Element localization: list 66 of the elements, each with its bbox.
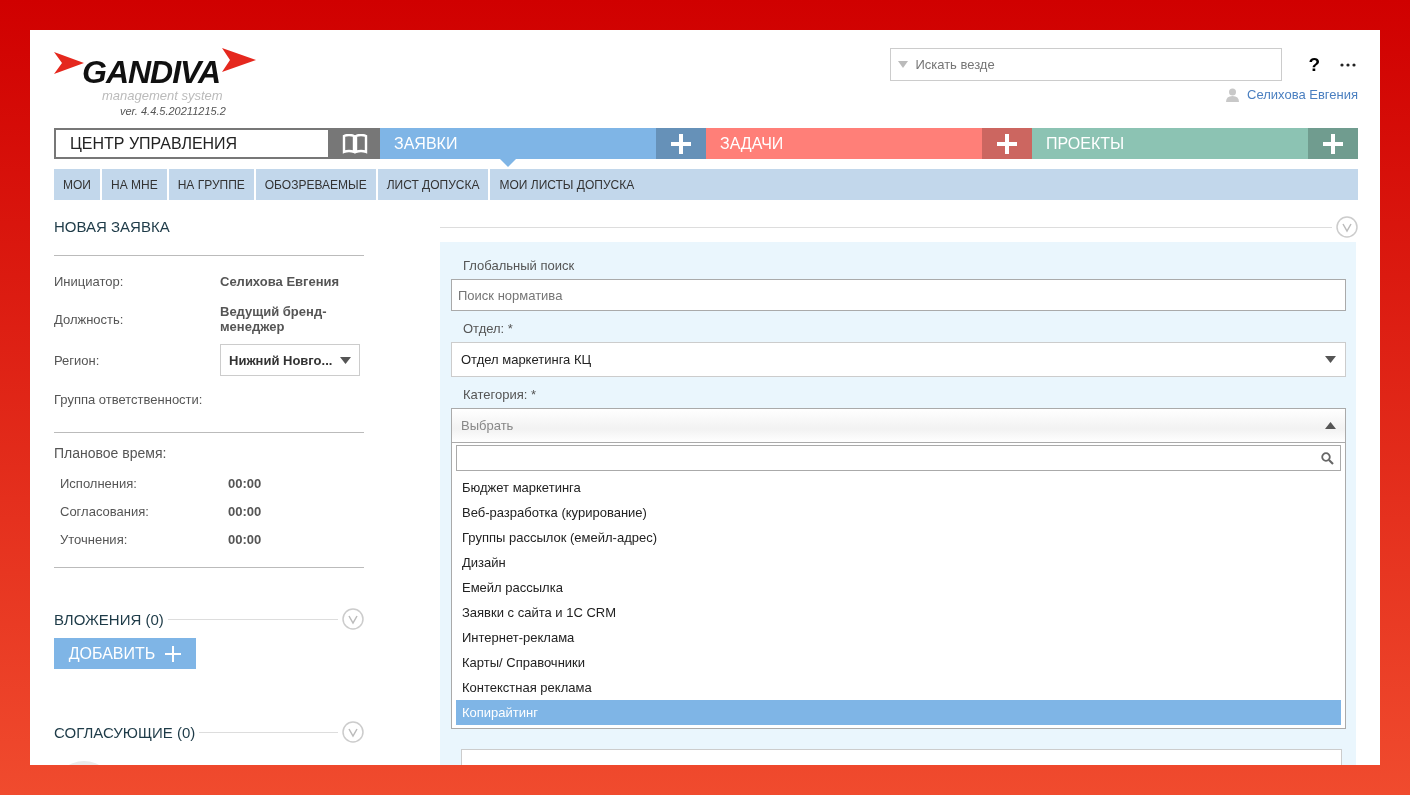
dropdown-option[interactable]: Веб-разработка (курирование) xyxy=(456,500,1341,525)
plus-icon xyxy=(997,133,1017,154)
field-label: Инициатор: xyxy=(54,273,125,289)
caret-icon xyxy=(340,356,351,364)
field-label: Категория: * xyxy=(463,387,538,402)
search-field[interactable] xyxy=(456,445,1341,471)
more-icon[interactable] xyxy=(1340,62,1356,67)
caret-icon xyxy=(1325,422,1336,429)
user-icon xyxy=(1226,87,1240,102)
control-center-field[interactable]: ЦЕНТР УПРАВЛЕНИЯ xyxy=(54,128,330,159)
region-select[interactable]: Нижний Новго... xyxy=(220,344,360,376)
subtab[interactable]: МОИ ЛИСТЫ ДОПУСКА xyxy=(490,169,644,200)
dropdown-option[interactable]: Интернет-реклама xyxy=(456,625,1341,650)
plus-icon xyxy=(671,133,691,154)
add-button[interactable] xyxy=(656,128,706,159)
book-button[interactable] xyxy=(330,128,380,159)
dropdown-option[interactable]: Емейл рассылка xyxy=(456,575,1341,600)
department-select[interactable]: Отдел маркетинга КЦ xyxy=(451,342,1346,377)
logo-subtitle: management system xyxy=(102,88,223,103)
subtab[interactable]: ЛИСТ ДОПУСКА xyxy=(377,169,491,200)
plus-icon xyxy=(165,645,182,662)
field-value: 00:00 xyxy=(228,531,262,547)
add-button[interactable] xyxy=(982,128,1032,159)
form-title: НОВАЯ ЗАЯВКА xyxy=(54,218,171,235)
field-label: Согласования: xyxy=(60,503,150,519)
add-button[interactable] xyxy=(1308,128,1358,159)
search-icon xyxy=(1321,452,1334,465)
chevron-icon xyxy=(54,52,84,74)
section-title: ВЛОЖЕНИЯ (0) xyxy=(54,610,164,628)
field-label: Глобальный поиск xyxy=(463,258,576,273)
caret-icon xyxy=(898,61,909,68)
field-label: Группа ответственности: xyxy=(54,391,204,407)
caret-icon xyxy=(1325,356,1336,363)
user-link[interactable]: Селихова Евгения xyxy=(1247,87,1358,102)
help-button[interactable]: ? xyxy=(1304,53,1324,76)
subtab[interactable]: МОИ xyxy=(54,169,102,200)
subtab[interactable]: НА МНЕ xyxy=(101,169,169,200)
plus-icon xyxy=(1323,133,1343,154)
chevron-icon xyxy=(222,48,257,72)
field-value: Селихова Евгения xyxy=(220,273,341,289)
planned-time-title: Плановое время: xyxy=(54,445,168,461)
field-label: Должность: xyxy=(54,311,125,327)
field-value: 00:00 xyxy=(228,503,262,519)
dropdown-option[interactable]: Карты/ Справочники xyxy=(456,650,1341,675)
collapse-icon[interactable] xyxy=(1336,216,1358,238)
field-value: Ведущий бренд-менеджер xyxy=(220,304,328,334)
field-label: Регион: xyxy=(54,352,101,368)
version-label: ver. 4.4.5.20211215.2 xyxy=(120,105,226,117)
field-label: Уточнения: xyxy=(60,531,129,547)
field-label: Исполнения: xyxy=(60,475,138,491)
dropdown-option[interactable]: Заявки с сайта и 1С CRM xyxy=(456,600,1341,625)
collapse-icon[interactable] xyxy=(342,608,364,630)
collapse-icon[interactable] xyxy=(342,721,364,743)
search-field[interactable]: Поиск норматива xyxy=(451,279,1346,311)
book-icon xyxy=(342,133,368,154)
subtab[interactable]: ОБОЗРЕВАЕМЫЕ xyxy=(255,169,378,200)
dropdown-option[interactable]: Дизайн xyxy=(456,550,1341,575)
field-value: 00:00 xyxy=(228,475,262,491)
dropdown-option[interactable]: Бюджет маркетинга xyxy=(456,475,1341,500)
field-label: Отдел: * xyxy=(463,321,514,336)
logo-wordmark: GANDIVA xyxy=(82,54,221,91)
dropdown-option[interactable]: Контекстная реклама xyxy=(456,675,1341,700)
dropdown-option[interactable]: Группы рассылок (емейл-адрес) xyxy=(456,525,1341,550)
search-field[interactable]: Искать везде xyxy=(890,48,1283,81)
section-title: СОГЛАСУЮЩИЕ (0) xyxy=(54,723,196,741)
subtab[interactable]: НА ГРУППЕ xyxy=(168,169,256,200)
